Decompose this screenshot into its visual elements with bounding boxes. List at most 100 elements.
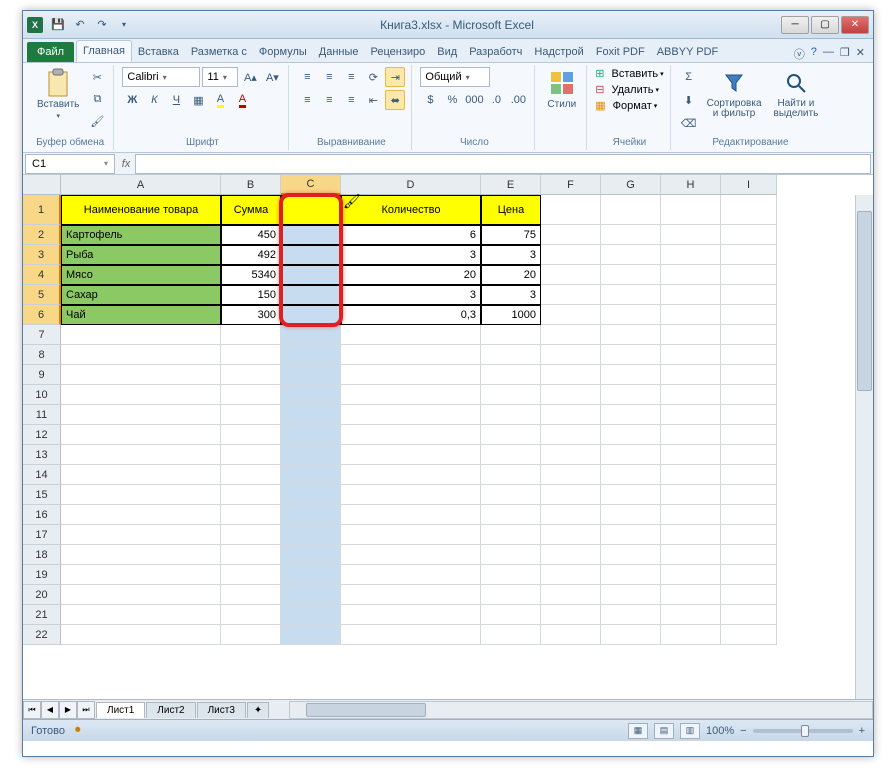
cell-C16[interactable] [281,505,341,525]
new-sheet-icon[interactable]: ✦ [247,702,269,718]
cell-G6[interactable] [601,305,661,325]
cell-E7[interactable] [481,325,541,345]
cell-D9[interactable] [341,365,481,385]
cell-H8[interactable] [661,345,721,365]
cell-H16[interactable] [661,505,721,525]
styles-button[interactable]: Стили [543,67,580,112]
cell-D17[interactable] [341,525,481,545]
cell-F16[interactable] [541,505,601,525]
row-header-6[interactable]: 6 [23,305,61,325]
cell-A16[interactable] [61,505,221,525]
cell-B8[interactable] [221,345,281,365]
cell-B22[interactable] [221,625,281,645]
cell-A6[interactable]: Чай [61,305,221,325]
sort-filter-button[interactable]: Сортировка и фильтр [703,67,766,121]
cell-B15[interactable] [221,485,281,505]
cell-E4[interactable]: 20 [481,265,541,285]
cell-D14[interactable] [341,465,481,485]
cell-E1[interactable]: Цена [481,195,541,225]
cell-A5[interactable]: Сахар [61,285,221,305]
cell-I15[interactable] [721,485,777,505]
cell-C7[interactable] [281,325,341,345]
cell-G10[interactable] [601,385,661,405]
cell-H4[interactable] [661,265,721,285]
cell-A11[interactable] [61,405,221,425]
decrease-indent-icon[interactable]: ⇤ [363,90,383,110]
column-header-D[interactable]: D [341,175,481,195]
row-header-8[interactable]: 8 [23,345,61,365]
row-header-20[interactable]: 20 [23,585,61,605]
fill-color-icon[interactable]: A [210,90,230,110]
cell-H22[interactable] [661,625,721,645]
row-header-7[interactable]: 7 [23,325,61,345]
cell-H21[interactable] [661,605,721,625]
cell-A10[interactable] [61,385,221,405]
cell-A13[interactable] [61,445,221,465]
cell-F19[interactable] [541,565,601,585]
zoom-slider[interactable] [753,729,853,733]
sheet-nav-next[interactable]: ▶ [59,701,77,719]
name-box[interactable]: C1 ▾ [25,154,115,174]
align-center-icon[interactable]: ≡ [319,90,339,110]
cell-D21[interactable] [341,605,481,625]
cell-H14[interactable] [661,465,721,485]
cell-I16[interactable] [721,505,777,525]
zoom-in-icon[interactable]: + [859,725,865,737]
cell-C2[interactable] [281,225,341,245]
cell-C11[interactable] [281,405,341,425]
cell-E22[interactable] [481,625,541,645]
cell-I13[interactable] [721,445,777,465]
redo-icon[interactable]: ↷ [93,16,111,34]
vscroll-thumb[interactable] [857,211,872,391]
tab-formulas[interactable]: Формулы [253,42,313,62]
align-middle-icon[interactable]: ≡ [319,67,339,87]
minimize-ribbon-icon[interactable]: ⓥ [794,46,805,62]
cell-E2[interactable]: 75 [481,225,541,245]
cell-G18[interactable] [601,545,661,565]
cell-F2[interactable] [541,225,601,245]
cell-D10[interactable] [341,385,481,405]
cell-A15[interactable] [61,485,221,505]
column-header-B[interactable]: B [221,175,281,195]
cell-B17[interactable] [221,525,281,545]
cell-E10[interactable] [481,385,541,405]
cell-I7[interactable] [721,325,777,345]
row-header-1[interactable]: 1 [23,195,61,225]
cut-icon[interactable]: ✂ [87,67,107,87]
cell-B9[interactable] [221,365,281,385]
cell-B21[interactable] [221,605,281,625]
zoom-out-icon[interactable]: − [740,725,746,737]
cell-D16[interactable] [341,505,481,525]
cell-E14[interactable] [481,465,541,485]
cell-I21[interactable] [721,605,777,625]
cell-H6[interactable] [661,305,721,325]
cell-C21[interactable] [281,605,341,625]
cell-H3[interactable] [661,245,721,265]
cell-H15[interactable] [661,485,721,505]
cell-H1[interactable] [661,195,721,225]
cell-D6[interactable]: 0,3 [341,305,481,325]
cell-A7[interactable] [61,325,221,345]
cell-F3[interactable] [541,245,601,265]
cell-D7[interactable] [341,325,481,345]
cell-G9[interactable] [601,365,661,385]
cell-I11[interactable] [721,405,777,425]
cell-C15[interactable] [281,485,341,505]
tab-addins[interactable]: Надстрой [528,42,589,62]
row-header-2[interactable]: 2 [23,225,61,245]
cell-D2[interactable]: 6 [341,225,481,245]
hscroll-thumb[interactable] [306,703,426,717]
delete-cells-button[interactable]: ⊟ Удалить ▾ [595,83,663,96]
undo-icon[interactable]: ↶ [71,16,89,34]
cell-B12[interactable] [221,425,281,445]
cell-D18[interactable] [341,545,481,565]
cell-F14[interactable] [541,465,601,485]
cell-B18[interactable] [221,545,281,565]
minimize-button[interactable]: ─ [781,16,809,34]
fill-icon[interactable]: ⬇ [679,90,699,110]
close-button[interactable]: ✕ [841,16,869,34]
comma-icon[interactable]: 000 [464,90,484,110]
cell-C19[interactable] [281,565,341,585]
row-header-14[interactable]: 14 [23,465,61,485]
sheet-tab-3[interactable]: Лист3 [197,702,246,718]
